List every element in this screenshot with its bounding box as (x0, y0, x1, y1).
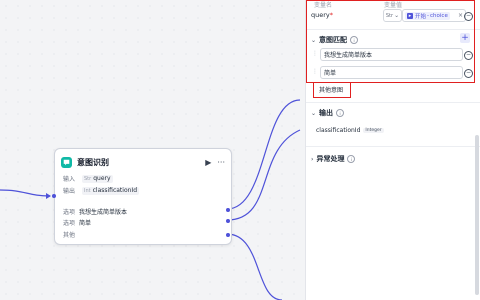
input-tag: Str query (82, 174, 113, 183)
intent-recognition-node[interactable]: 意图识别 ▶ ··· 输入 Str query 输出 Int classific… (52, 148, 232, 245)
option-value: 我想生成简单版本 (79, 209, 128, 216)
section-title: 输出 (319, 109, 334, 117)
input-label: 输入 (63, 176, 76, 183)
node-output-row: 输出 Int classificationId (63, 186, 139, 195)
more-icon[interactable]: ··· (217, 158, 225, 167)
option-row: 选项 我想生成简单版本 (63, 207, 127, 216)
info-icon[interactable]: i (347, 155, 356, 163)
panel-scrollbar[interactable] (475, 135, 479, 295)
option-port[interactable] (226, 219, 230, 223)
arrowhead (46, 193, 51, 199)
output-type-badge: Integer (363, 128, 384, 133)
output-var-name: classificationId (316, 127, 361, 134)
edge-option-1 (226, 99, 301, 210)
edge-incoming (0, 189, 51, 197)
chevron-right-icon: › (311, 155, 314, 163)
info-icon[interactable]: i (336, 109, 345, 117)
output-type: Int (84, 187, 91, 194)
node-input-port[interactable] (52, 194, 56, 198)
other-port[interactable] (226, 233, 230, 237)
section-title: 异常处理 (316, 155, 345, 163)
option-port[interactable] (226, 208, 230, 212)
input-type: Str (84, 175, 92, 182)
output-label: 输出 (63, 188, 76, 195)
option-label: 选项 (63, 220, 76, 227)
edge-other (226, 233, 283, 300)
run-icon[interactable]: ▶ (205, 158, 211, 167)
output-variable: classificationId Integer (316, 127, 384, 134)
section-divider (306, 102, 480, 103)
option-value: 简单 (79, 220, 92, 227)
option-row: 选项 简单 (63, 218, 91, 227)
node-header: 意图识别 ▶ ··· (61, 155, 225, 169)
input-value: query (93, 175, 111, 182)
highlight-box-other (313, 82, 351, 98)
highlight-box-intents (306, 0, 475, 83)
chevron-down-icon: ⌄ (311, 109, 317, 117)
node-title: 意图识别 (77, 157, 109, 167)
option-label: 其他 (63, 232, 76, 239)
node-input-row: 输入 Str query (63, 174, 113, 183)
option-row-other: 其他 (63, 230, 79, 239)
intent-node-icon (61, 156, 72, 168)
option-label: 选项 (63, 209, 76, 216)
section-error-handling[interactable]: › 异常处理 i (311, 154, 356, 164)
section-output[interactable]: ⌄ 输出 i (311, 108, 345, 118)
output-tag: Int classificationId (82, 186, 139, 195)
section-divider (306, 146, 480, 147)
output-value: classificationId (92, 187, 137, 194)
